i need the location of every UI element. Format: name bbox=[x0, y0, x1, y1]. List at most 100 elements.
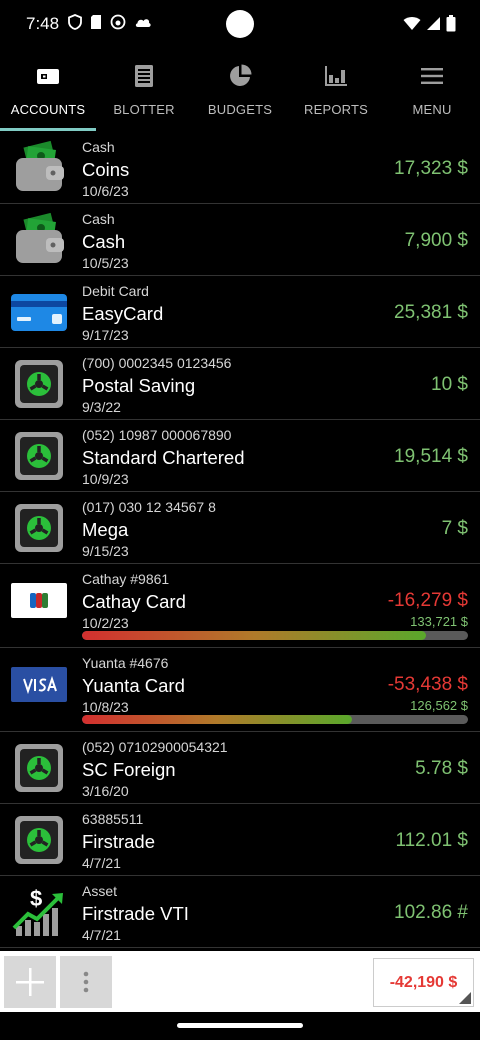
account-subtitle: Cash bbox=[82, 139, 115, 155]
app-notification-icon bbox=[110, 14, 126, 30]
add-icon bbox=[16, 968, 44, 996]
account-name: Coins bbox=[82, 159, 130, 180]
account-date: 9/15/23 bbox=[82, 543, 129, 559]
bottom-action-bar: -42,190 $ bbox=[0, 951, 480, 1012]
account-name: EasyCard bbox=[82, 303, 164, 324]
account-name: Cash bbox=[82, 231, 126, 252]
total-balance-button[interactable]: -42,190 $ bbox=[373, 958, 474, 1007]
accounts-icon bbox=[37, 69, 59, 84]
account-name: Mega bbox=[82, 519, 129, 540]
account-list: Cash Coins 10/6/23 17,323 $ Cash Cash 10… bbox=[0, 132, 480, 948]
credit-available: 133,721 $ bbox=[410, 614, 468, 629]
tab-label: ACCOUNTS bbox=[10, 102, 86, 117]
svg-text:$: $ bbox=[30, 886, 42, 911]
account-row-standard-chartered[interactable]: (052) 10987 000067890 Standard Chartered… bbox=[0, 420, 480, 492]
status-bar: 7:48 bbox=[0, 0, 480, 48]
bank-safe-icon bbox=[15, 744, 63, 792]
account-balance: 7 $ bbox=[441, 518, 468, 539]
account-date: 10/9/23 bbox=[82, 471, 129, 487]
tab-label: BUDGETS bbox=[207, 102, 273, 117]
bank-safe-icon bbox=[15, 504, 63, 552]
blotter-icon bbox=[135, 65, 153, 87]
tab-accounts[interactable]: ACCOUNTS bbox=[0, 56, 96, 132]
account-subtitle: (700) 0002345 0123456 bbox=[82, 355, 232, 371]
account-date: 3/16/20 bbox=[82, 783, 129, 799]
account-name: Yuanta Card bbox=[82, 675, 185, 696]
account-subtitle: 63885511 bbox=[82, 811, 144, 827]
account-balance: 10 $ bbox=[431, 374, 468, 395]
more-vert-icon bbox=[83, 971, 89, 993]
budgets-pie-icon bbox=[230, 64, 252, 86]
reports-bar-icon bbox=[325, 66, 347, 86]
account-row-firstrade[interactable]: 63885511 Firstrade 4/7/21 112.01 $ bbox=[0, 804, 480, 876]
account-subtitle: Yuanta #4676 bbox=[82, 655, 169, 671]
account-date: 9/3/22 bbox=[82, 399, 121, 415]
account-row-firstrade-vti[interactable]: $ Asset Firstrade VTI 4/7/21 102.86 # bbox=[0, 876, 480, 948]
total-balance: -42,190 $ bbox=[389, 974, 458, 991]
bank-safe-icon bbox=[15, 432, 63, 480]
account-subtitle: Cathay #9861 bbox=[82, 571, 170, 587]
credit-usage-fill bbox=[82, 715, 353, 724]
account-row-postal-saving[interactable]: (700) 0002345 0123456 Postal Saving 9/3/… bbox=[0, 348, 480, 420]
account-row-sc-foreign[interactable]: (052) 07102900054321 SC Foreign 3/16/20 … bbox=[0, 732, 480, 804]
account-balance: 19,514 $ bbox=[394, 446, 468, 467]
tab-budgets[interactable]: BUDGETS bbox=[192, 56, 288, 132]
tab-blotter[interactable]: BLOTTER bbox=[96, 56, 192, 132]
account-subtitle: (017) 030 12 34567 8 bbox=[82, 499, 216, 515]
account-date: 10/5/23 bbox=[82, 255, 129, 271]
bank-safe-icon bbox=[15, 360, 63, 408]
wallet-cash-icon bbox=[16, 212, 64, 263]
active-tab-indicator bbox=[0, 128, 96, 131]
account-row-cash[interactable]: Cash Cash 10/5/23 7,900 $ bbox=[0, 204, 480, 276]
account-balance: -53,438 $ bbox=[387, 674, 468, 695]
tab-menu[interactable]: MENU bbox=[384, 56, 480, 132]
account-row-mega[interactable]: (017) 030 12 34567 8 Mega 9/15/23 7 $ bbox=[0, 492, 480, 564]
credit-available: 126,562 $ bbox=[410, 698, 468, 713]
account-balance: 7,900 $ bbox=[404, 230, 468, 251]
signal-icon bbox=[427, 17, 440, 30]
account-subtitle: Debit Card bbox=[82, 283, 149, 299]
front-camera bbox=[226, 10, 254, 38]
account-row-easycard[interactable]: Debit Card EasyCard 9/17/23 25,381 $ bbox=[0, 276, 480, 348]
account-name: Firstrade bbox=[82, 831, 155, 852]
system-nav-bar bbox=[0, 1012, 480, 1040]
account-row-yuanta-card[interactable]: Yuanta #4676 Yuanta Card 10/8/23 -53,438… bbox=[0, 648, 480, 732]
battery-icon bbox=[446, 15, 456, 32]
account-date: 4/7/21 bbox=[82, 855, 121, 871]
account-subtitle: Asset bbox=[82, 883, 118, 899]
wallet-cash-icon bbox=[16, 140, 64, 191]
account-row-cathay-card[interactable]: Cathay #9861 Cathay Card 10/2/23 -16,279… bbox=[0, 564, 480, 648]
cloud-icon bbox=[135, 19, 151, 27]
credit-usage-bar bbox=[82, 715, 468, 724]
tab-label: MENU bbox=[412, 102, 452, 117]
account-date: 4/7/21 bbox=[82, 927, 121, 943]
sd-card-icon bbox=[91, 15, 101, 29]
bank-safe-icon bbox=[15, 816, 63, 864]
debit-card-icon bbox=[11, 294, 67, 331]
visa-card-icon bbox=[11, 667, 67, 702]
home-gesture-handle[interactable] bbox=[177, 1023, 303, 1028]
account-balance: 112.01 $ bbox=[395, 830, 468, 851]
add-account-button[interactable] bbox=[4, 956, 56, 1008]
account-name: Standard Chartered bbox=[82, 447, 245, 468]
tab-reports[interactable]: REPORTS bbox=[288, 56, 384, 132]
jcb-card-icon bbox=[11, 583, 67, 618]
more-options-button[interactable] bbox=[60, 956, 112, 1008]
account-date: 10/2/23 bbox=[82, 615, 129, 631]
tab-label: BLOTTER bbox=[113, 102, 175, 117]
tab-label: REPORTS bbox=[303, 102, 368, 117]
account-name: SC Foreign bbox=[82, 759, 176, 780]
account-subtitle: Cash bbox=[82, 211, 115, 227]
credit-usage-bar bbox=[82, 631, 468, 640]
account-balance: 5.78 $ bbox=[415, 758, 468, 779]
account-row-coins[interactable]: Cash Coins 10/6/23 17,323 $ bbox=[0, 132, 480, 204]
account-subtitle: (052) 07102900054321 bbox=[82, 739, 228, 755]
account-balance: 17,323 $ bbox=[394, 158, 468, 179]
account-date: 10/8/23 bbox=[82, 699, 129, 715]
status-time: 7:48 bbox=[26, 14, 60, 33]
account-name: Cathay Card bbox=[82, 591, 186, 612]
account-balance: 102.86 # bbox=[394, 902, 468, 923]
account-name: Firstrade VTI bbox=[82, 903, 189, 924]
account-balance: 25,381 $ bbox=[394, 302, 468, 323]
wifi-icon bbox=[403, 17, 421, 30]
